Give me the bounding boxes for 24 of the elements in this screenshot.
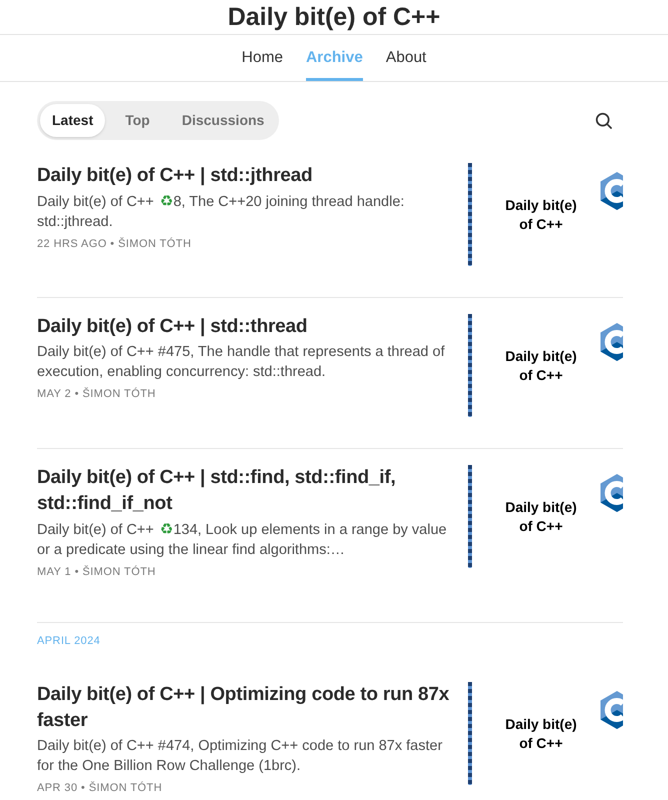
filter-tab[interactable]: Latest (40, 104, 106, 137)
post-meta: MAY 2 • ŠIMON TÓTH (37, 387, 157, 401)
post-meta: APR 30 • ŠIMON TÓTH (37, 781, 164, 795)
post-title[interactable]: Daily bit(e) of C++ | Optimizing code to run 87x faster (37, 682, 457, 734)
post-meta: MAY 1 • ŠIMON TÓTH (37, 565, 157, 579)
thumbnail-caption: Daily bit(e) of C++ (504, 498, 578, 536)
nav-link[interactable]: About (386, 35, 426, 81)
post-meta: 22 HRS AGO • ŠIMON TÓTH (37, 237, 192, 251)
post-title[interactable]: Daily bit(e) of C++ | std::find, std::find_if, std::find_if_not (37, 465, 457, 517)
filter-tab[interactable]: Discussions (170, 104, 276, 137)
thumbnail-caption: Daily bit(e) of C++ (504, 196, 578, 234)
nav-link[interactable]: Home (242, 35, 283, 81)
post-excerpt: Daily bit(e) of C++ #474, Optimizing C++ code to run 87x faster for the One Billion Row Challenge (1brc). (37, 737, 444, 776)
post-title[interactable]: Daily bit(e) of C++ | std::jthread (37, 163, 457, 189)
thumbnail-caption: Daily bit(e) of C++ (504, 714, 578, 752)
post-excerpt: Daily bit(e) of C++ #475, The handle that represents a thread of execution, enabling concurrency: std::thread. (37, 343, 446, 382)
thumbnail-caption: Daily bit(e) of C++ (504, 346, 578, 384)
post-title[interactable]: Daily bit(e) of C++ | std::thread (37, 314, 457, 340)
month-heading: APRIL 2024 (37, 634, 100, 648)
filter-tab[interactable]: Top (113, 104, 162, 137)
post-excerpt: Daily bit(e) of C++ ♻8, The C++20 joining thread handle: std::jthread. (37, 191, 406, 232)
search-icon[interactable] (594, 111, 613, 130)
post-excerpt: Daily bit(e) of C++ ♻134, Look up elements in a range by value or a predicate using the linear find algorithms:… (37, 519, 448, 560)
site-title: Daily bit(e) of C++ (228, 2, 440, 32)
